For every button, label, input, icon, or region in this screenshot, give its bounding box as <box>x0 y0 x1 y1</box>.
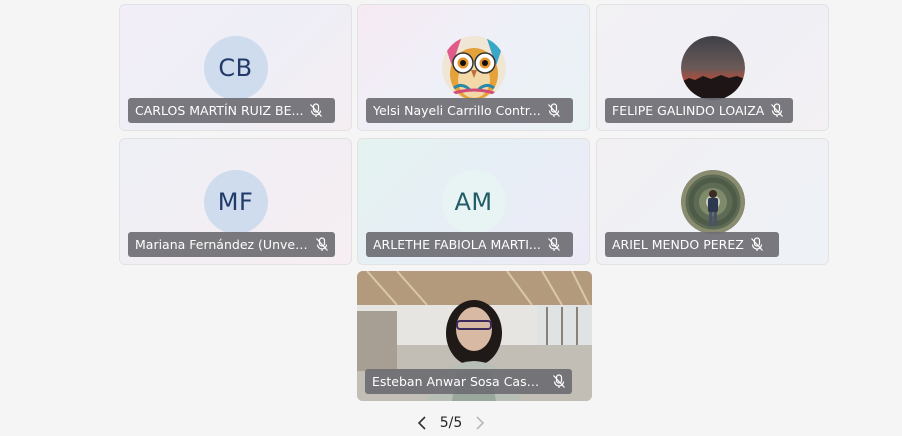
participant-name-label: Yelsi Nayeli Carrillo Contr... <box>366 98 573 123</box>
mic-muted-icon <box>744 232 770 257</box>
participant-tile[interactable]: FELIPE GALINDO LOAIZA <box>596 4 829 131</box>
participant-tile[interactable]: CB CARLOS MARTÍN RUIZ BE... <box>119 4 352 131</box>
avatar: MF <box>203 170 268 234</box>
mic-muted-icon <box>541 98 567 123</box>
avatar-initials: CB <box>218 54 253 82</box>
participant-name: CARLOS MARTÍN RUIZ BE... <box>135 103 304 118</box>
next-page-button[interactable] <box>468 411 492 435</box>
participant-name: ARLETHE FABIOLA MARTI... <box>373 237 541 252</box>
avatar-initials: AM <box>454 188 493 216</box>
participant-tile[interactable]: ARIEL MENDO PEREZ <box>596 138 829 265</box>
participant-name-label: Esteban Anwar Sosa Casas... <box>365 369 572 394</box>
mic-muted-icon <box>764 98 790 123</box>
mic-muted-icon <box>546 369 572 394</box>
participant-name-label: ARLETHE FABIOLA MARTI... <box>366 232 573 257</box>
avatar-owl-photo <box>441 36 506 100</box>
participant-name-label: FELIPE GALINDO LOAIZA <box>605 98 793 123</box>
participant-tile[interactable]: MF Mariana Fernández (Unver... <box>119 138 352 265</box>
avatar-person-tunnel-photo <box>680 170 745 234</box>
chevron-left-icon <box>417 416 426 430</box>
avatar: CB <box>203 36 268 100</box>
participant-name: FELIPE GALINDO LOAIZA <box>612 103 765 118</box>
page-indicator: 5/5 <box>439 415 463 431</box>
participant-name: Esteban Anwar Sosa Casas... <box>372 374 546 389</box>
avatar: AM <box>441 170 506 234</box>
gallery-pager: 5/5 <box>0 410 902 436</box>
participant-video-tile[interactable]: Esteban Anwar Sosa Casas... <box>357 271 592 401</box>
chevron-right-icon <box>476 416 485 430</box>
participant-tile[interactable]: AM ARLETHE FABIOLA MARTI... <box>357 138 590 265</box>
participant-name: ARIEL MENDO PEREZ <box>612 237 744 252</box>
participant-tile[interactable]: Yelsi Nayeli Carrillo Contr... <box>357 4 590 131</box>
mic-muted-icon <box>309 232 335 257</box>
mic-muted-icon <box>541 232 567 257</box>
avatar-initials: MF <box>217 188 254 216</box>
avatar-sunset-photo <box>680 36 745 100</box>
previous-page-button[interactable] <box>410 411 434 435</box>
participant-name-label: ARIEL MENDO PEREZ <box>605 232 779 257</box>
participant-name: Mariana Fernández (Unver... <box>135 237 309 252</box>
participant-name-label: Mariana Fernández (Unver... <box>128 232 335 257</box>
participant-name: Yelsi Nayeli Carrillo Contr... <box>373 103 541 118</box>
mic-muted-icon <box>303 98 329 123</box>
participant-name-label: CARLOS MARTÍN RUIZ BE... <box>128 98 335 123</box>
